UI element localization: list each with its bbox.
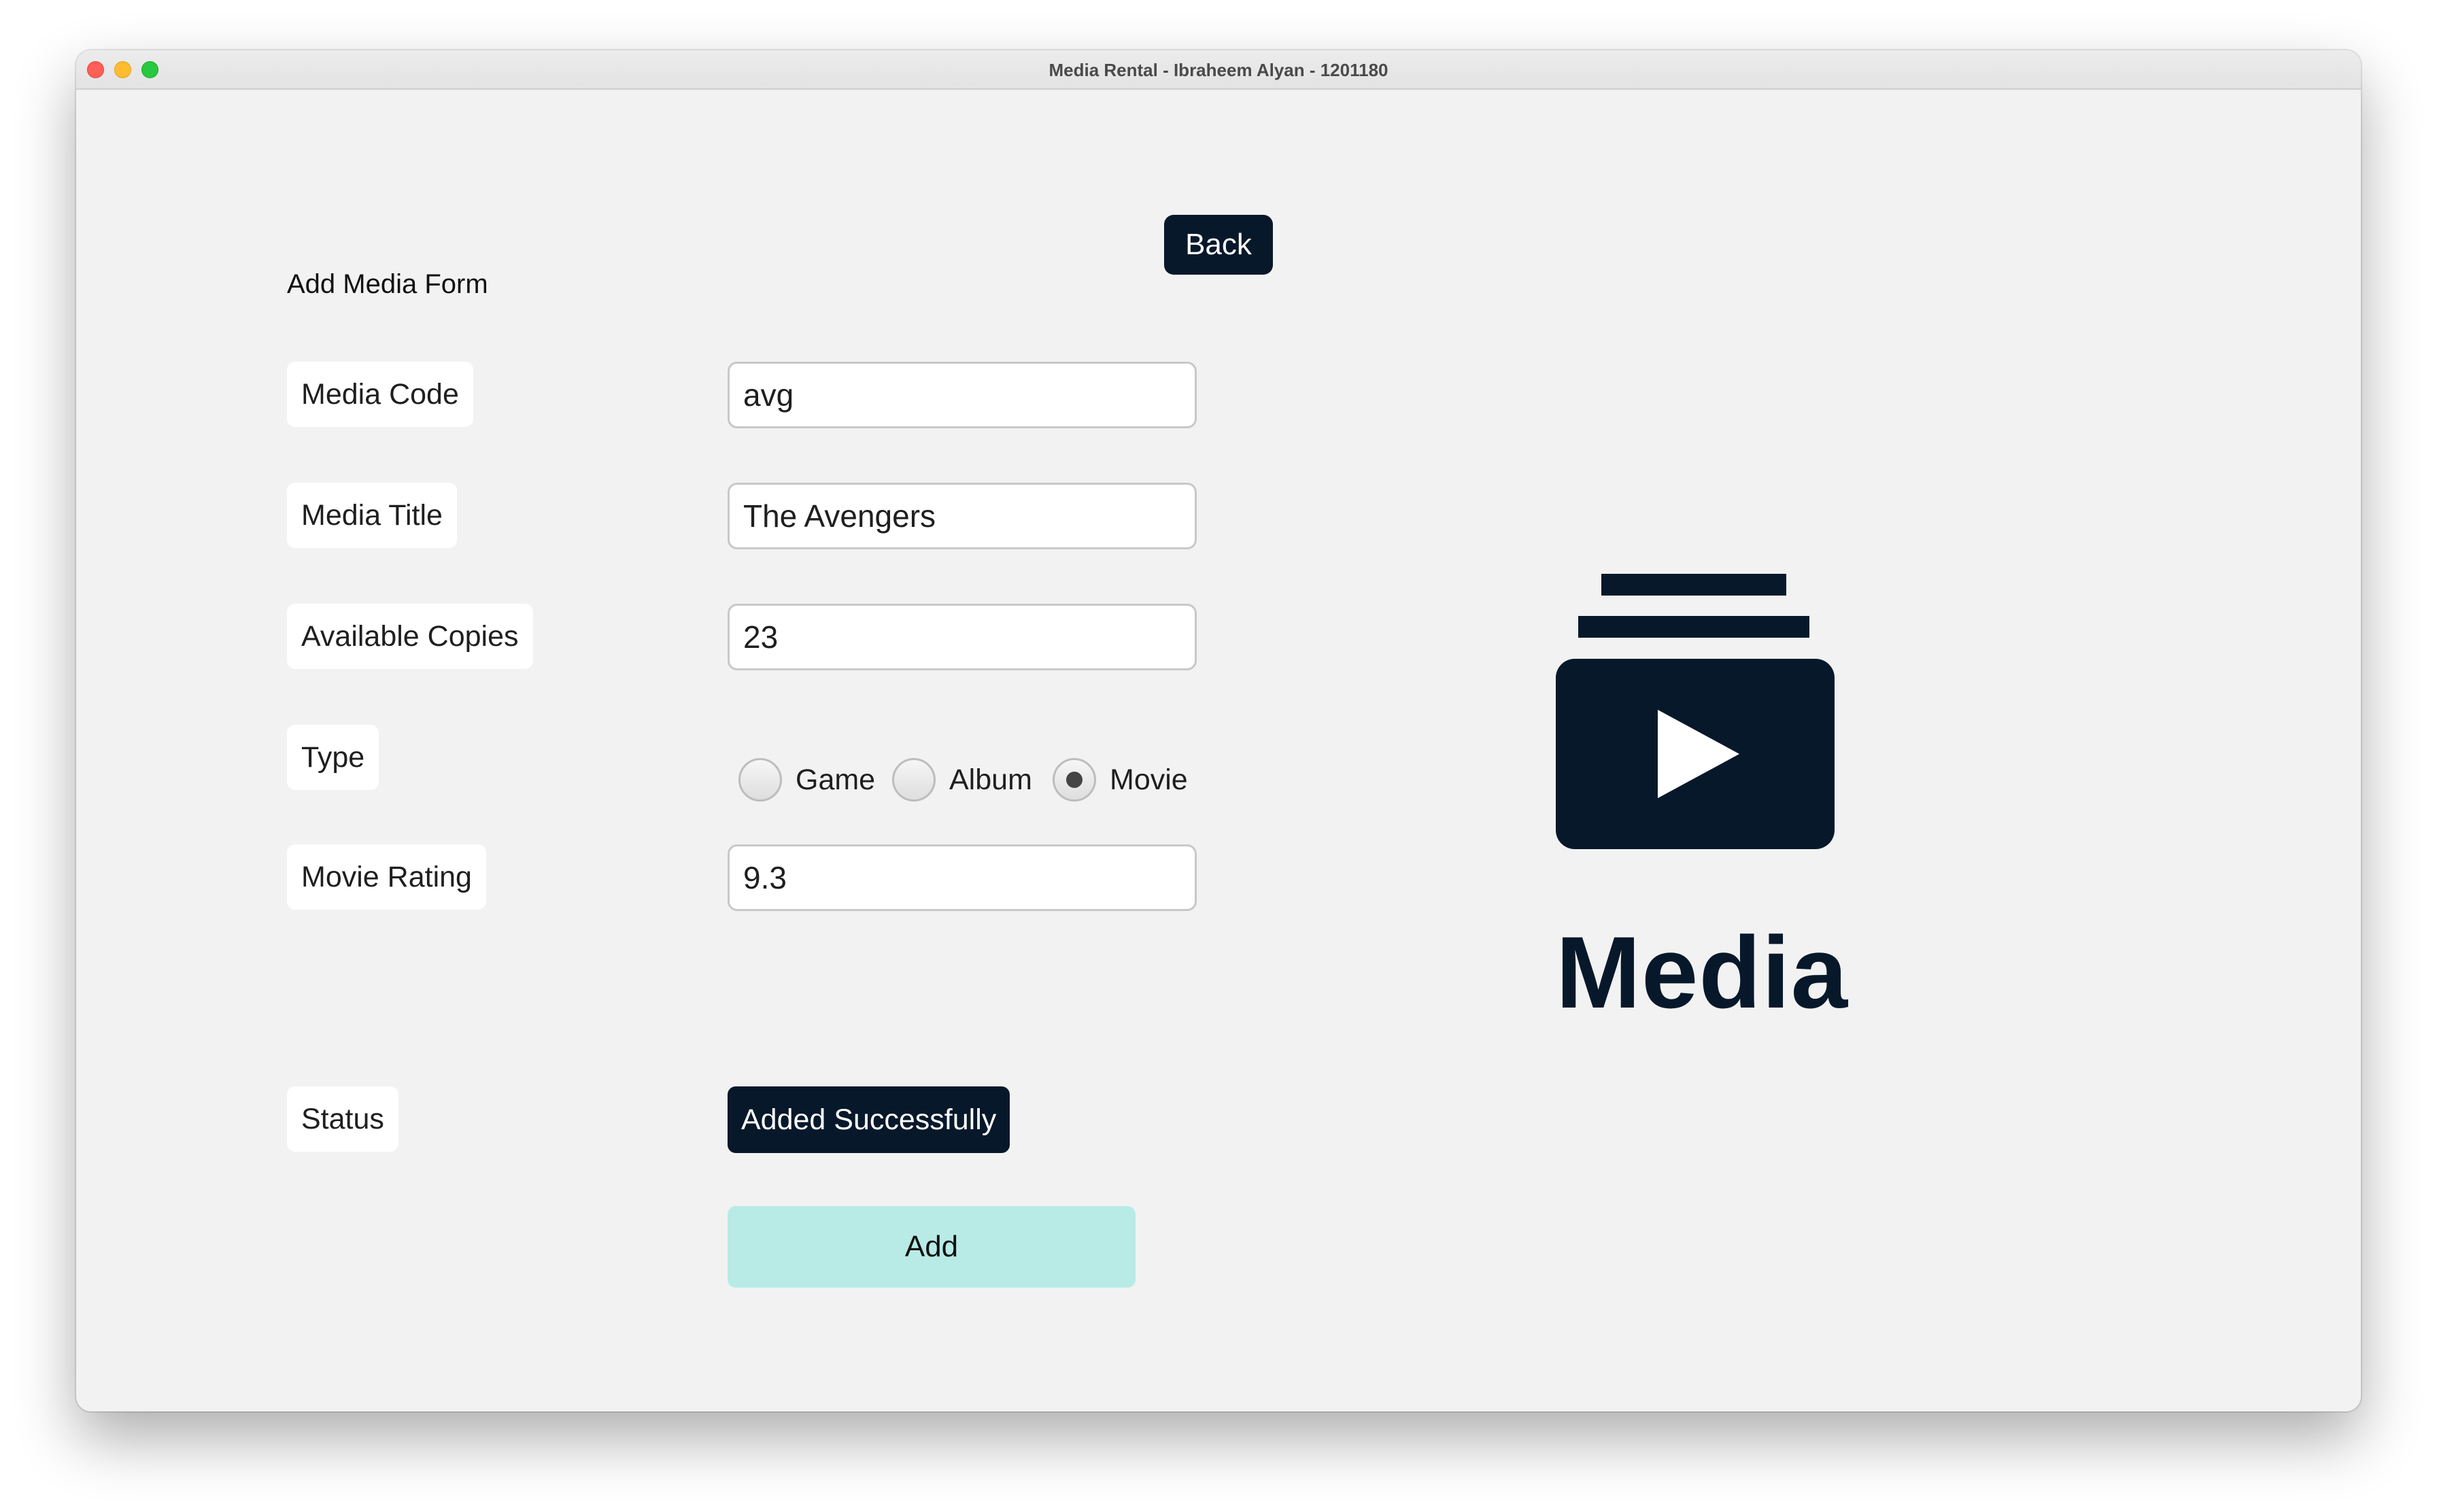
type-radio-movie[interactable]: Movie: [1053, 756, 1188, 804]
radio-label-movie: Movie: [1110, 763, 1188, 796]
available-copies-label: Available Copies: [287, 604, 533, 669]
status-label: Status: [287, 1086, 398, 1152]
radio-label-album: Album: [949, 763, 1032, 796]
type-radio-game[interactable]: Game: [738, 756, 875, 804]
media-play-icon: [1556, 574, 1835, 849]
type-radio-album[interactable]: Album: [892, 756, 1032, 804]
media-code-label: Media Code: [287, 362, 473, 427]
back-button[interactable]: Back: [1164, 215, 1273, 275]
radio-circle-checked-icon[interactable]: [1053, 758, 1096, 802]
available-copies-input[interactable]: 23: [728, 604, 1197, 670]
type-label: Type: [287, 725, 379, 790]
title-bar: Media Rental - Ibraheem Alyan - 1201180: [76, 50, 2361, 90]
media-title-label: Media Title: [287, 483, 457, 548]
add-button[interactable]: Add: [728, 1206, 1136, 1288]
movie-rating-label: Movie Rating: [287, 844, 486, 910]
radio-circle-icon[interactable]: [892, 758, 936, 802]
app-window: Media Rental - Ibraheem Alyan - 1201180 …: [76, 50, 2361, 1411]
status-message: Added Successfully: [728, 1086, 1010, 1153]
window-title: Media Rental - Ibraheem Alyan - 1201180: [1049, 60, 1388, 80]
radio-circle-icon[interactable]: [738, 758, 782, 802]
radio-label-game: Game: [796, 763, 876, 796]
media-title-input[interactable]: The Avengers: [728, 483, 1197, 549]
form-title: Add Media Form: [287, 269, 488, 299]
media-code-input[interactable]: avg: [728, 362, 1197, 428]
movie-rating-input[interactable]: 9.3: [728, 844, 1197, 911]
media-brand-word: Media: [1556, 915, 1849, 1029]
